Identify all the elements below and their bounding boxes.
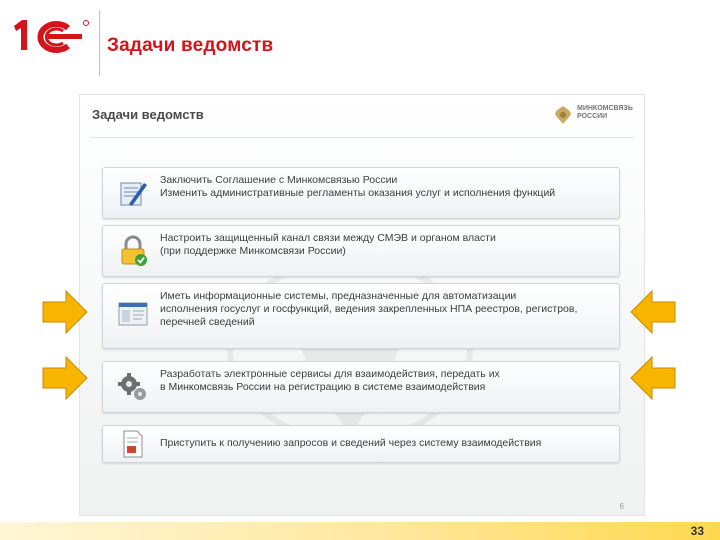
document-pen-icon [120,182,147,206]
coat-of-arms-icon [555,106,571,124]
header-separator [99,10,100,76]
task-text: Разработать электронные сервисы для взаи… [160,368,500,393]
task-text: Приступить к получению запросов и сведен… [160,437,542,449]
slide-title: Задачи ведомств [107,35,274,56]
screenshot-page-number: 6 [619,502,624,511]
task-item-secure-channel[interactable]: Настроить защищенный канал связи между С… [102,225,620,277]
task-text: Иметь информационные системы, предназнач… [160,290,578,328]
task-item-information-systems[interactable]: Иметь информационные системы, предназнач… [102,283,620,349]
arrow-right-icon [42,290,88,334]
document-icon [123,430,143,458]
slide-number: 33 [690,524,704,538]
title-divider [90,137,634,138]
arrow-left-icon [630,356,676,400]
task-text: Заключить Соглашение с Минкомсвязью Росс… [160,174,556,199]
task-item-electronic-services[interactable]: Разработать электронные сервисы для взаи… [102,361,620,413]
ministry-label: МИНКОМСВЯЗЬ РОССИИ [577,105,633,120]
screenshot-title: Задачи ведомств [92,107,204,122]
footer-bar: 33 [0,522,720,540]
task-item-requests[interactable]: Приступить к получению запросов и сведен… [102,425,620,463]
embedded-screenshot: Задачи ведомств МИНКОМСВЯЗЬ РОССИИ Заклю… [79,94,645,516]
arrow-left-icon [630,290,676,334]
lock-check-icon [121,235,147,266]
arrow-right-icon [42,356,88,400]
gears-icon [118,373,146,400]
window-icon [118,302,148,326]
task-item-agreement[interactable]: Заключить Соглашение с Минкомсвязью Росс… [102,167,620,219]
task-text: Настроить защищенный канал связи между С… [160,232,496,257]
1c-logo-icon [14,20,89,53]
